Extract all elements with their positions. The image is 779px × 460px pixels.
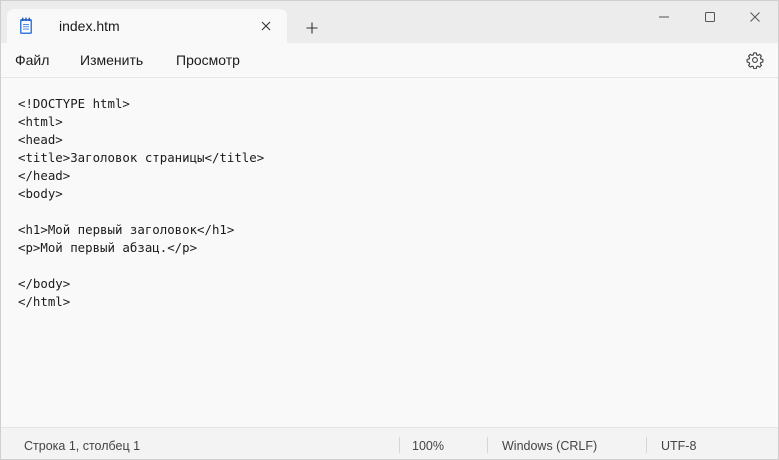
gear-icon[interactable] <box>746 51 764 69</box>
minimize-icon <box>659 16 669 18</box>
code-line: </body> <box>18 276 71 291</box>
line-endings[interactable]: Windows (CRLF) <box>502 439 597 453</box>
menu-view[interactable]: Просмотр <box>176 52 240 68</box>
notepad-icon <box>20 17 32 34</box>
tab-close-icon[interactable] <box>257 17 275 35</box>
new-tab-button[interactable] <box>299 15 325 41</box>
maximize-icon <box>705 12 715 22</box>
code-line: <html> <box>18 114 63 129</box>
tab-index-htm[interactable]: index.htm <box>7 9 287 43</box>
code-line: <head> <box>18 132 63 147</box>
menu-bar: Файл Изменить Просмотр <box>1 43 778 77</box>
encoding[interactable]: UTF-8 <box>661 439 696 453</box>
zoom-level[interactable]: 100% <box>412 439 444 453</box>
status-divider <box>646 437 647 453</box>
title-bar: index.htm <box>1 1 778 43</box>
code-line: <title>Заголовок страницы</title> <box>18 150 265 165</box>
menu-edit[interactable]: Изменить <box>80 52 143 68</box>
code-line: </head> <box>18 168 71 183</box>
minimize-button[interactable] <box>641 1 687 33</box>
menu-file[interactable]: Файл <box>15 52 49 68</box>
code-line: </html> <box>18 294 71 309</box>
code-line: <h1>Мой первый заголовок</h1> <box>18 222 235 237</box>
plus-icon <box>306 22 318 34</box>
close-icon <box>750 12 760 22</box>
maximize-button[interactable] <box>687 1 733 33</box>
notepad-window: index.htm Файл Изменить Просмотр <!DOCTY… <box>0 0 779 460</box>
code-line: <p>Мой первый абзац.</p> <box>18 240 198 255</box>
tab-title: index.htm <box>59 18 120 34</box>
code-line: <!DOCTYPE html> <box>18 96 130 111</box>
cursor-position: Строка 1, столбец 1 <box>24 439 141 453</box>
status-divider <box>399 437 400 453</box>
text-editor[interactable]: <!DOCTYPE html> <html> <head> <title>Заголо… <box>1 78 778 427</box>
status-divider <box>487 437 488 453</box>
status-bar: Строка 1, столбец 1 100% Windows (CRLF) … <box>1 427 778 459</box>
close-window-button[interactable] <box>732 1 778 33</box>
code-line: <body> <box>18 186 63 201</box>
